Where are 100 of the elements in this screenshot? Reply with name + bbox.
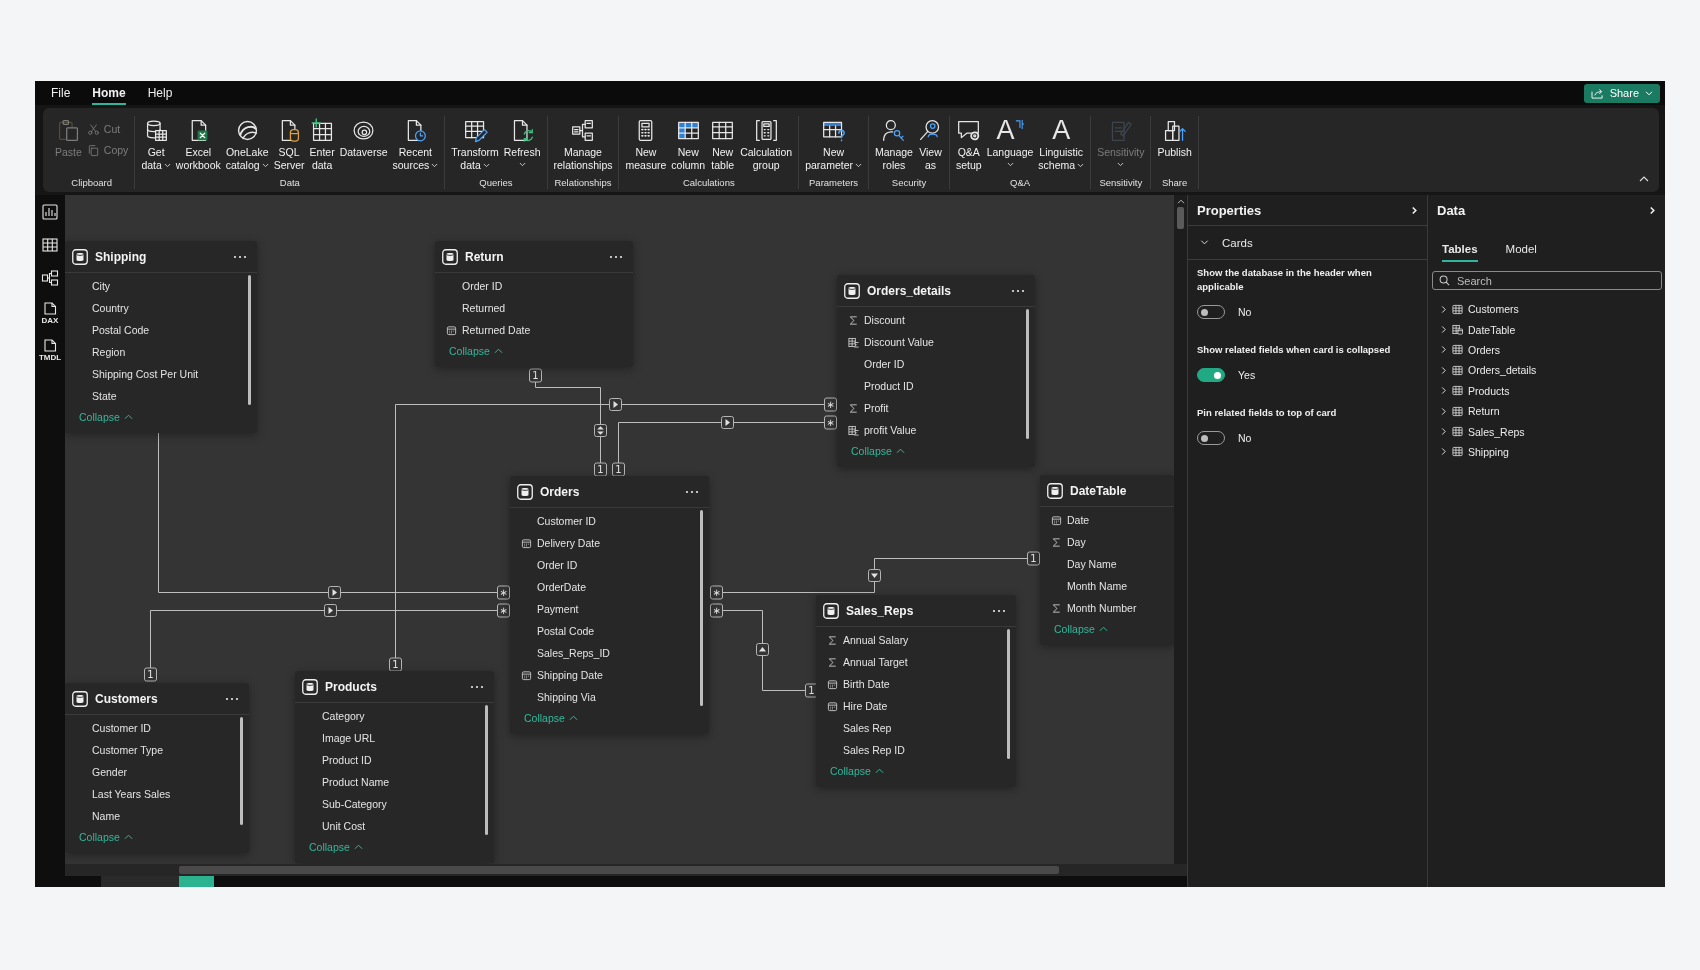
table-card[interactable]: Orders Customer ID Delivery Date Order ID OrderDate Payment Postal Code Sales_Reps_ID Shipping Date Shipping Via Collapse — [510, 476, 709, 734]
scrollbar-thumb[interactable] — [485, 705, 488, 835]
chevron-right-icon[interactable] — [1411, 205, 1418, 215]
field-item[interactable]: Product Name — [322, 771, 390, 793]
field-item[interactable]: State — [92, 385, 117, 407]
table-item[interactable]: Return — [1428, 400, 1500, 422]
field-item[interactable]: Postal Code — [537, 620, 595, 642]
field-item[interactable]: Annual Target — [827, 651, 908, 673]
field-item[interactable]: Category — [322, 705, 365, 727]
more-icon[interactable] — [470, 684, 484, 689]
collapse-link[interactable]: Collapse — [524, 708, 578, 728]
ribbon-button[interactable]: New measure — [623, 116, 669, 174]
field-item[interactable]: Order ID — [864, 353, 905, 375]
field-item[interactable]: Image URL — [322, 727, 376, 749]
ribbon-button[interactable]: Transform data — [449, 116, 501, 174]
field-item[interactable]: Discount Value — [848, 331, 934, 353]
scrollbar-thumb[interactable] — [248, 275, 251, 405]
relationship-line[interactable] — [395, 404, 825, 659]
field-item[interactable]: Gender — [92, 761, 128, 783]
collapse-link[interactable]: Collapse — [830, 761, 884, 781]
field-item[interactable]: Customer Type — [92, 739, 163, 761]
field-item[interactable]: Day — [1051, 531, 1086, 553]
field-item[interactable]: Country — [92, 297, 129, 319]
field-item[interactable]: Shipping Date — [521, 664, 603, 686]
collapse-link[interactable]: Collapse — [449, 341, 503, 361]
scrollbar-thumb[interactable] — [1007, 629, 1010, 759]
table-card[interactable]: Shipping City Country Postal Code Region Shipping Cost Per Unit State Collapse — [65, 241, 257, 433]
table-card[interactable]: Orders_details Discount Discount Value Order ID Product ID Profit profit Value Collapse — [837, 275, 1035, 467]
field-item[interactable]: Delivery Date — [521, 532, 601, 554]
table-item[interactable]: Products — [1428, 380, 1510, 401]
field-item[interactable]: Product ID — [322, 749, 372, 771]
table-card[interactable]: Return Order ID Returned Returned Date Collapse — [435, 241, 633, 367]
field-item[interactable]: Month Name — [1067, 575, 1128, 597]
field-item[interactable]: Sales_Reps_ID — [537, 642, 610, 664]
more-icon[interactable] — [609, 254, 623, 259]
ribbon-button[interactable]: Excel workbook — [173, 116, 223, 174]
relationship-line[interactable] — [535, 381, 601, 464]
field-item[interactable]: Month Number — [1051, 597, 1137, 619]
field-item[interactable]: Region — [92, 341, 126, 363]
relationship-line[interactable] — [618, 422, 825, 464]
field-item[interactable]: Profit — [848, 397, 889, 419]
ribbon-button[interactable]: New table — [708, 116, 738, 174]
field-item[interactable]: Last Years Sales — [92, 783, 171, 805]
collapse-link[interactable]: Collapse — [79, 407, 133, 427]
table-card[interactable]: Sales_Reps Annual Salary Annual Target Birth Date Hire Date Sales Rep Sales Rep ID Collapse — [816, 595, 1016, 787]
table-item[interactable]: Orders — [1428, 339, 1501, 361]
ribbon-button[interactable]: Calculation group — [738, 116, 795, 174]
scroll-up-icon[interactable] — [1176, 199, 1185, 204]
table-card[interactable]: DateTable Date Day Day Name Month Name Month Number Collapse — [1040, 475, 1174, 645]
field-item[interactable]: Returned — [462, 297, 506, 319]
collapse-link[interactable]: Collapse — [851, 441, 905, 461]
field-item[interactable]: Customer ID — [537, 510, 596, 532]
pane-tab[interactable]: Model — [1505, 232, 1537, 262]
chevron-right-icon[interactable] — [1649, 206, 1656, 215]
field-item[interactable]: Returned Date — [446, 319, 531, 341]
ribbon-button[interactable]: A Linguistic schema — [1036, 116, 1087, 174]
ribbon-button[interactable]: SQL Server — [271, 116, 307, 174]
ribbon-button[interactable]: Recent sources — [390, 116, 441, 174]
field-item[interactable]: City — [92, 275, 111, 297]
toggle-switch[interactable] — [1197, 368, 1225, 382]
table-item[interactable]: Customers — [1428, 299, 1519, 320]
ribbon-button[interactable]: Get data — [139, 116, 173, 174]
more-icon[interactable] — [685, 489, 699, 494]
menu-tab[interactable]: File — [51, 81, 71, 105]
field-item[interactable]: Birth Date — [827, 673, 890, 695]
field-item[interactable]: Unit Cost — [322, 815, 366, 837]
scrollbar-thumb[interactable] — [700, 510, 703, 706]
relationship-line[interactable] — [722, 558, 1028, 593]
field-item[interactable]: Name — [92, 805, 120, 827]
collapse-link[interactable]: Collapse — [79, 827, 133, 847]
menu-tab[interactable]: Help — [147, 81, 173, 105]
table-card[interactable]: Customers Customer ID Customer Type Gender Last Years Sales Name Collapse — [65, 683, 249, 853]
scrollbar-thumb[interactable] — [1177, 207, 1184, 229]
ribbon-button[interactable]: OneLake catalog — [223, 116, 271, 174]
field-item[interactable]: Discount — [848, 309, 905, 331]
more-icon[interactable] — [233, 254, 247, 259]
field-item[interactable]: Payment — [537, 598, 579, 620]
table-item[interactable]: Shipping — [1428, 441, 1509, 463]
collapse-link[interactable]: Collapse — [1054, 619, 1108, 639]
chevron-up-icon[interactable] — [1639, 176, 1649, 182]
ribbon-button[interactable]: Enter data — [307, 116, 337, 174]
ribbon-button[interactable]: Manage roles — [873, 116, 915, 174]
table-item[interactable]: DateTable — [1428, 319, 1516, 340]
toggle-switch[interactable] — [1197, 305, 1225, 319]
field-item[interactable]: Customer ID — [92, 717, 151, 739]
ribbon-button[interactable]: Dataverse — [337, 116, 390, 161]
field-item[interactable]: Order ID — [537, 554, 578, 576]
more-icon[interactable] — [225, 696, 239, 701]
table-card[interactable]: Products Category Image URL Product ID Product Name Sub-Category Unit Cost Collapse — [295, 671, 494, 863]
table-item[interactable]: Orders_details — [1428, 360, 1537, 381]
scrollbar-thumb[interactable] — [179, 866, 1059, 874]
more-icon[interactable] — [1011, 288, 1025, 293]
pane-tab[interactable]: Tables — [1442, 232, 1478, 262]
field-item[interactable]: Sales Rep — [843, 717, 892, 739]
field-item[interactable]: Product ID — [864, 375, 914, 397]
field-item[interactable]: profit Value — [848, 419, 917, 441]
ribbon-button[interactable]: View as — [915, 116, 945, 174]
ribbon-button[interactable]: New parameter — [803, 116, 864, 174]
ribbon-button[interactable]: Publish — [1155, 116, 1194, 161]
field-item[interactable]: Sales Rep ID — [843, 739, 905, 761]
